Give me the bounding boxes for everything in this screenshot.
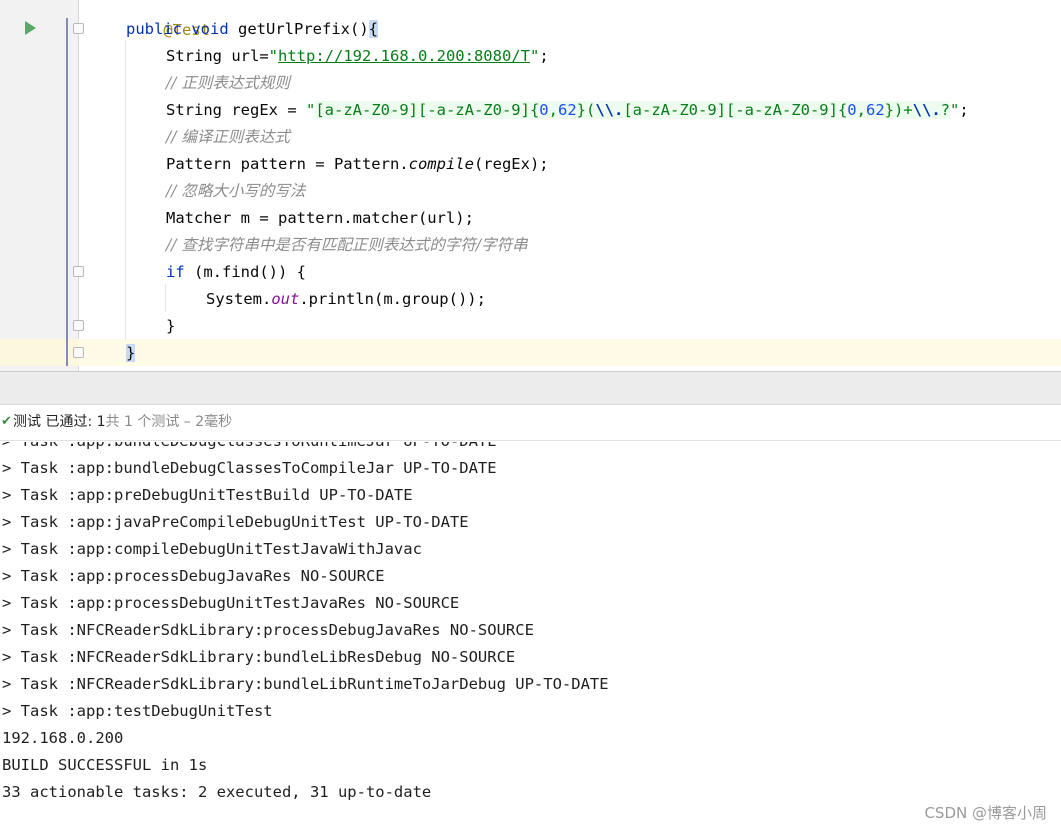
- regex-part: })+: [884, 101, 913, 119]
- console-line: > Task :app:processDebugJavaRes NO-SOURC…: [2, 567, 385, 585]
- string-quote: ": [305, 101, 316, 119]
- code-text: }: [166, 317, 176, 335]
- test-status-detail: 共 1 个测试 – 2毫秒: [105, 414, 233, 430]
- code-text: ;: [539, 47, 549, 65]
- comment: // 编译正则表达式: [166, 128, 290, 146]
- code-text: String regEx =: [166, 101, 306, 119]
- code-editor[interactable]: @Test public void getUrlPrefix(){ String…: [0, 0, 1061, 371]
- test-status-bar: ✔ 测试 已通过: 1共 1 个测试 – 2毫秒: [0, 405, 1061, 441]
- regex-part: ,: [856, 101, 866, 119]
- indent-guide: [165, 284, 166, 312]
- panel-splitter[interactable]: [0, 371, 1061, 405]
- console-line: > Task :NFCReaderSdkLibrary:bundleLibRes…: [2, 648, 516, 666]
- regex-number: 62: [865, 101, 885, 119]
- comment: // 正则表达式规则: [166, 74, 290, 92]
- regex-part: [a-zA-Z0-9][-a-zA-Z0-9]{: [623, 101, 848, 119]
- code-line[interactable]: String regEx = "[a-zA-Z0-9][-a-zA-Z0-9]{…: [166, 97, 969, 124]
- url-link[interactable]: http://192.168.0.200:8080/T: [278, 47, 530, 65]
- console-line: > Task :app:bundleDebugClassesToCompileJ…: [2, 459, 497, 477]
- regex-escape: \\.: [912, 101, 941, 119]
- code-line[interactable]: Matcher m = pattern.matcher(url);: [166, 205, 474, 232]
- regex-escape: \\.: [595, 101, 624, 119]
- test-status-text: 测试 已通过: 1共 1 个测试 – 2毫秒: [13, 405, 232, 439]
- run-test-icon[interactable]: [25, 21, 36, 35]
- code-text: (m.find()) {: [184, 263, 306, 281]
- code-line[interactable]: // 编译正则表达式: [166, 124, 290, 151]
- string-quote: ": [950, 101, 960, 119]
- fold-marker-icon[interactable]: [73, 347, 84, 358]
- keyword: void: [191, 20, 229, 38]
- console-line: > Task :NFCReaderSdkLibrary:bundleLibRun…: [2, 675, 609, 693]
- console-line: > Task :app:bundleDebugClassesToRuntimeJ…: [2, 442, 497, 455]
- matched-brace: {: [368, 20, 378, 38]
- code-line[interactable]: // 查找字符串中是否有匹配正则表达式的字符/字符串: [166, 232, 528, 259]
- regex-part: }(: [576, 101, 596, 119]
- comment: // 忽略大小写的写法: [166, 182, 306, 200]
- test-passed-check-icon: ✔: [1, 414, 12, 429]
- console-line: > Task :app:compileDebugUnitTestJavaWith…: [2, 540, 422, 558]
- console-output[interactable]: > Task :app:bundleDebugClassesToRuntimeJ…: [0, 442, 1061, 829]
- indent-guide: [125, 40, 126, 340]
- current-line-highlight: [0, 339, 1061, 366]
- console-line: > Task :app:javaPreCompileDebugUnitTest …: [2, 513, 469, 531]
- regex-part: ?: [940, 101, 950, 119]
- code-text: .println(m.group());: [299, 290, 486, 308]
- console-line: > Task :NFCReaderSdkLibrary:processDebug…: [2, 621, 534, 639]
- vcs-change-marker[interactable]: [66, 18, 68, 366]
- code-line[interactable]: String url="http://192.168.0.200:8080/T"…: [166, 43, 549, 70]
- regex-part: [a-zA-Z0-9][-a-zA-Z0-9]{: [315, 101, 540, 119]
- static-method: compile: [408, 155, 474, 173]
- regex-number: 62: [557, 101, 577, 119]
- regex-number: 0: [539, 101, 549, 119]
- code-line[interactable]: // 正则表达式规则: [166, 70, 290, 97]
- code-line[interactable]: Pattern pattern = Pattern.compile(regEx)…: [166, 151, 549, 178]
- static-field: out: [271, 290, 300, 308]
- code-line[interactable]: }: [166, 313, 175, 340]
- code-text: System.: [206, 290, 272, 308]
- fold-marker-icon[interactable]: [73, 320, 84, 331]
- string-quote: ": [268, 47, 278, 65]
- code-line[interactable]: @Test: [126, 0, 210, 39]
- console-line: > Task :app:preDebugUnitTestBuild UP-TO-…: [2, 486, 413, 504]
- matched-brace: }: [126, 344, 136, 362]
- string-quote: ": [529, 47, 540, 65]
- method-signature: getUrlPrefix(): [228, 20, 369, 38]
- code-line[interactable]: // 忽略大小写的写法: [166, 178, 305, 205]
- code-text: ;: [959, 101, 969, 119]
- test-status-main: 测试 已通过: 1: [13, 414, 106, 430]
- code-text: Matcher m = pattern.matcher(url);: [166, 209, 474, 227]
- code-line[interactable]: if (m.find()) {: [166, 259, 306, 286]
- code-line[interactable]: }: [126, 340, 136, 367]
- code-text: Pattern pattern = Pattern.: [166, 155, 409, 173]
- regex-number: 0: [847, 101, 857, 119]
- fold-marker-icon[interactable]: [73, 266, 84, 277]
- code-text: String url=: [166, 47, 269, 65]
- fold-marker-icon[interactable]: [73, 23, 84, 34]
- code-line[interactable]: public void getUrlPrefix(){: [126, 16, 378, 43]
- console-line: > Task :app:testDebugUnitTest: [2, 702, 273, 720]
- keyword: public: [126, 20, 182, 38]
- console-line: > Task :app:processDebugUnitTestJavaRes …: [2, 594, 460, 612]
- code-text: (regEx);: [473, 155, 549, 173]
- code-line[interactable]: System.out.println(m.group());: [206, 286, 486, 313]
- regex-part: ,: [548, 101, 558, 119]
- comment: // 查找字符串中是否有匹配正则表达式的字符/字符串: [166, 236, 528, 254]
- console-line: 192.168.0.200: [2, 729, 124, 747]
- console-line: BUILD SUCCESSFUL in 1s: [2, 756, 208, 774]
- watermark: CSDN @博客小周: [924, 804, 1047, 822]
- console-line: 33 actionable tasks: 2 executed, 31 up-t…: [2, 783, 432, 801]
- keyword: if: [166, 263, 185, 281]
- editor-gutter[interactable]: [0, 0, 84, 371]
